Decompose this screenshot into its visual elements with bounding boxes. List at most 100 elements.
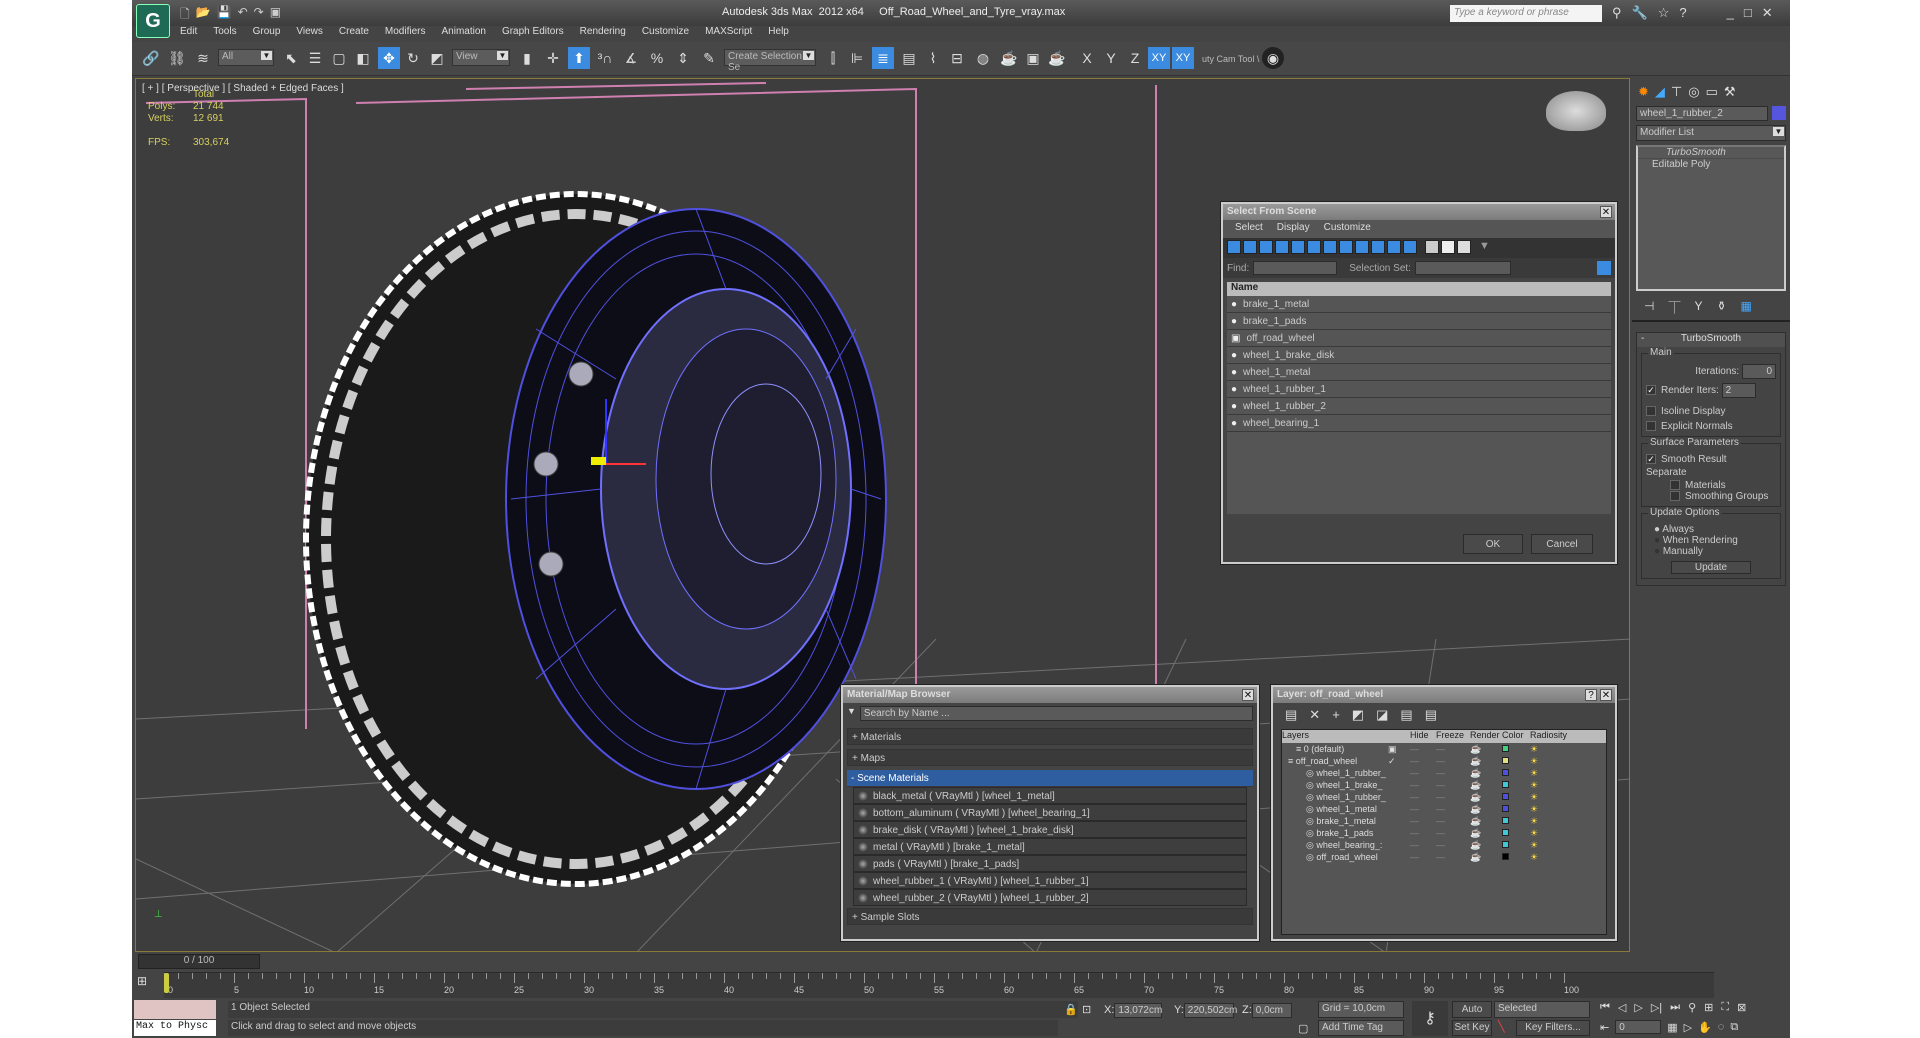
smooth-result-checkbox[interactable]: ✓ <box>1646 454 1656 465</box>
material-search-input[interactable]: Search by Name ... <box>859 706 1253 721</box>
layer-row[interactable]: ◎ off_road_wheel — — ☕ ☀ <box>1282 851 1606 863</box>
menu-display[interactable]: Display <box>1277 222 1310 236</box>
material-editor-icon[interactable]: ◍ <box>972 47 994 69</box>
menu-select[interactable]: Select <box>1235 222 1263 236</box>
sync-selection-icon[interactable] <box>1597 261 1611 275</box>
hide-toggle[interactable]: — <box>1410 827 1436 839</box>
menu-group[interactable]: Group <box>253 26 281 37</box>
update-button[interactable]: Update <box>1671 561 1751 574</box>
edit-named-selection-icon[interactable]: ✎ <box>698 47 720 69</box>
modifier-list-dropdown[interactable]: Modifier List ▼ <box>1636 125 1786 141</box>
menu-customize[interactable]: Customize <box>642 26 689 37</box>
hide-toggle[interactable]: — <box>1410 803 1436 815</box>
hide-toggle[interactable]: — <box>1410 743 1436 755</box>
delete-layer-icon[interactable]: ✕ <box>1309 707 1320 723</box>
radiosity-icon[interactable]: ☀ <box>1530 815 1570 827</box>
time-config-icon[interactable]: ▦ <box>1667 1021 1677 1034</box>
add-to-layer-icon[interactable]: + <box>1332 707 1340 723</box>
radiosity-icon[interactable]: ☀ <box>1530 743 1570 755</box>
geometry-filter-icon[interactable] <box>1227 240 1241 254</box>
previous-frame-icon[interactable]: ◁ <box>1618 1001 1626 1014</box>
freeze-toggle[interactable]: — <box>1436 779 1470 791</box>
select-manipulate-icon[interactable]: ✛ <box>542 47 564 69</box>
select-scale-icon[interactable]: ◩ <box>426 47 448 69</box>
scene-object-row[interactable]: ● wheel_bearing_1 <box>1227 415 1611 432</box>
section-materials[interactable]: + Materials <box>847 728 1253 745</box>
zoom-icon[interactable]: ⚲ <box>1688 1001 1696 1014</box>
make-unique-icon[interactable]: Y <box>1694 299 1702 316</box>
radiosity-icon[interactable]: ☀ <box>1530 767 1570 779</box>
layer-row[interactable]: ◎ wheel_1_rubber_ — — ☕ ☀ <box>1282 791 1606 803</box>
motion-tab-icon[interactable]: ◎ <box>1688 84 1699 100</box>
track-bar[interactable]: 0 5 10 15 20 25 30 35 40 45 50 55 60 65 70 75 80 85 90 95 10… <box>164 972 1714 998</box>
hierarchy-tab-icon[interactable]: ⊤ <box>1671 84 1682 100</box>
set-current-layer-icon[interactable]: ▤ <box>1400 707 1412 723</box>
col-color[interactable]: Color <box>1502 730 1530 743</box>
col-radiosity[interactable]: Radiosity <box>1530 730 1570 743</box>
scene-object-row[interactable]: ▣ off_road_wheel <box>1227 330 1611 347</box>
curve-editor-icon[interactable]: ⌇ <box>922 47 944 69</box>
groups-filter-icon[interactable] <box>1323 240 1337 254</box>
auto-key-button[interactable]: Auto Key <box>1452 1001 1492 1030</box>
scene-object-row[interactable]: ● wheel_1_brake_disk <box>1227 347 1611 364</box>
freeze-toggle[interactable]: — <box>1436 791 1470 803</box>
cam-tool-icon[interactable]: ◉ <box>1262 47 1284 69</box>
freeze-toggle[interactable]: — <box>1436 827 1470 839</box>
select-none-icon[interactable] <box>1441 240 1455 254</box>
render-iters-checkbox[interactable]: ✓ <box>1646 385 1656 396</box>
containers-filter-icon[interactable] <box>1371 240 1385 254</box>
select-in-layer-icon[interactable]: ◩ <box>1352 707 1364 723</box>
close-button[interactable]: ✕ <box>1242 689 1254 701</box>
hide-toggle[interactable]: — <box>1410 791 1436 803</box>
layer-row[interactable]: ◎ brake_1_pads — — ☕ ☀ <box>1282 827 1606 839</box>
freeze-toggle[interactable]: — <box>1436 767 1470 779</box>
save-icon[interactable]: 💾 <box>217 5 232 26</box>
material-row[interactable]: metal ( VRayMtl ) [brake_1_metal] <box>853 838 1247 855</box>
axis-xy-button[interactable]: XY <box>1148 47 1170 69</box>
select-by-name-icon[interactable]: ☰ <box>304 47 326 69</box>
layer-row[interactable]: ≡ 0 (default) ▣ — — ☕ ☀ <box>1282 743 1606 755</box>
wrench-icon[interactable]: 🔧 <box>1632 5 1648 21</box>
layer-row[interactable]: ◎ wheel_bearing_: — — ☕ ☀ <box>1282 839 1606 851</box>
layer-color-swatch[interactable] <box>1502 755 1530 767</box>
mirror-icon[interactable]: ⫿ <box>822 47 844 69</box>
section-scene-materials[interactable]: - Scene Materials <box>847 770 1253 787</box>
set-key-button[interactable]: Set Key <box>1452 1020 1492 1036</box>
schematic-view-icon[interactable]: ⊟ <box>946 47 968 69</box>
menu-animation[interactable]: Animation <box>441 26 485 37</box>
radiosity-icon[interactable]: ☀ <box>1530 803 1570 815</box>
render-toggle-icon[interactable]: ☕ <box>1470 815 1502 827</box>
mini-curve-editor-icon[interactable]: ⊞ <box>137 974 147 988</box>
new-icon[interactable]: 🗋 <box>180 5 190 26</box>
menu-maxscript[interactable]: MAXScript <box>705 26 752 37</box>
render-toggle-icon[interactable]: ☕ <box>1470 791 1502 803</box>
hide-toggle[interactable]: — <box>1410 851 1436 863</box>
section-maps[interactable]: + Maps <box>847 749 1253 766</box>
configure-modifier-sets-icon[interactable]: ▦ <box>1741 299 1752 316</box>
modify-tab-icon[interactable]: ◢ <box>1655 84 1665 100</box>
hide-toggle[interactable]: — <box>1410 755 1436 767</box>
render-toggle-icon[interactable]: ☕ <box>1470 851 1502 863</box>
col-current[interactable] <box>1388 730 1410 743</box>
menu-rendering[interactable]: Rendering <box>580 26 626 37</box>
reference-coord-dropdown[interactable]: View <box>452 49 510 66</box>
render-iters-spinner[interactable]: 2 <box>1721 383 1756 398</box>
menu-edit[interactable]: Edit <box>180 26 197 37</box>
current-layer-indicator[interactable]: ✓ <box>1388 755 1410 767</box>
zoom-all-icon[interactable]: ⊞ <box>1704 1001 1713 1014</box>
scene-object-row[interactable]: ● wheel_1_rubber_2 <box>1227 398 1611 415</box>
unlink-icon[interactable]: ⛓ <box>166 47 188 69</box>
radiosity-icon[interactable]: ☀ <box>1530 755 1570 767</box>
layer-color-swatch[interactable] <box>1502 779 1530 791</box>
menu-create[interactable]: Create <box>339 26 369 37</box>
col-layers[interactable]: Layers <box>1282 730 1388 743</box>
name-column-header[interactable]: Name <box>1227 282 1611 296</box>
layer-row[interactable]: ◎ wheel_1_rubber_ — — ☕ ☀ <box>1282 767 1606 779</box>
material-row[interactable]: pads ( VRayMtl ) [brake_1_pads] <box>853 855 1247 872</box>
zoom-extents-all-icon[interactable]: ⊠ <box>1737 1001 1746 1014</box>
current-frame-input[interactable]: 0 <box>1615 1020 1662 1034</box>
axis-y-button[interactable]: Y <box>1100 47 1122 69</box>
spinner-snap-icon[interactable]: ⇕ <box>672 47 694 69</box>
perspective-viewport[interactable]: [ + ] [ Perspective ] [ Shaded + Edged F… <box>135 78 1630 952</box>
utilities-tab-icon[interactable]: ⚒ <box>1724 84 1736 100</box>
